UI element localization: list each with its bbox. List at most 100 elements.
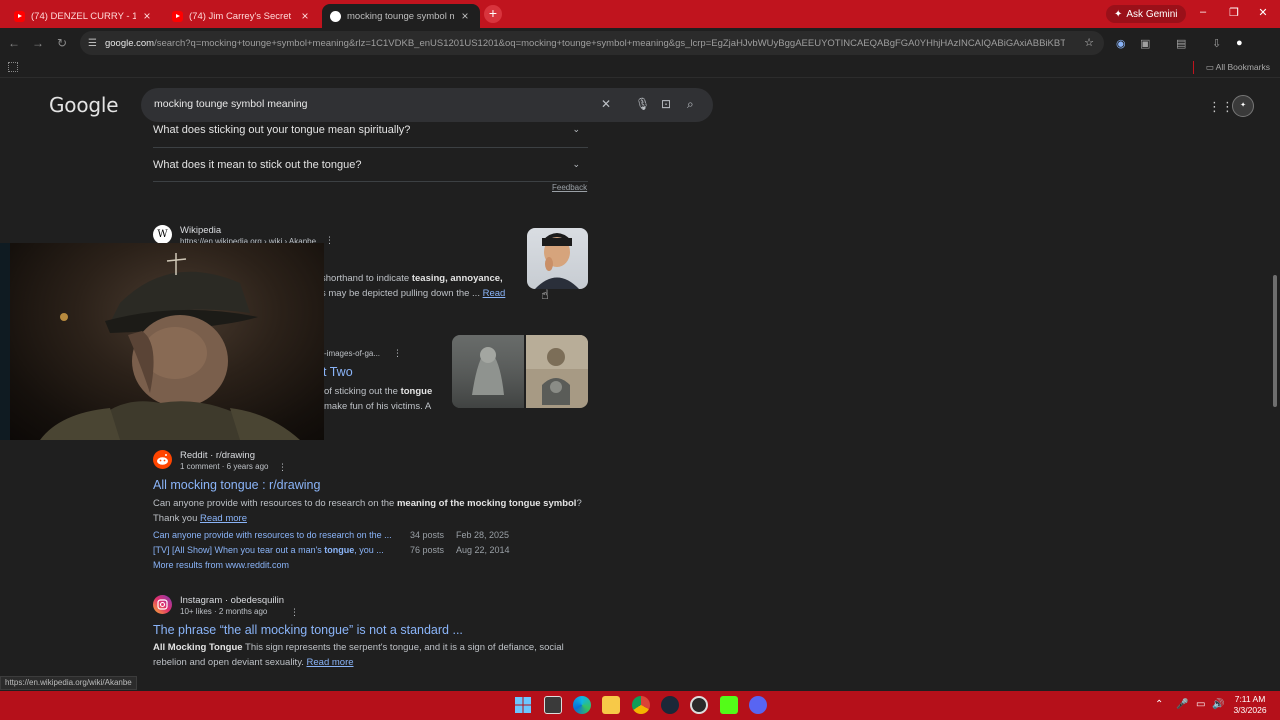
edge-icon[interactable] bbox=[573, 696, 591, 714]
more-results-link[interactable]: More results from www.reddit.com bbox=[153, 560, 289, 570]
search-query[interactable]: mocking tounge symbol meaning bbox=[154, 98, 308, 110]
paa-question-2[interactable]: What does it mean to stick out the tongu… bbox=[153, 159, 588, 171]
chevron-down-icon: ⌄ bbox=[572, 159, 580, 169]
address-bar[interactable]: ☰ google.com/search?q=mocking+tounge+sym… bbox=[80, 31, 1104, 55]
tab-denzel-curry[interactable]: (74) DENZEL CURRY - 13LOOO × bbox=[6, 4, 162, 28]
result-url[interactable]: -images-of-ga... bbox=[324, 349, 380, 358]
paa-question-1[interactable]: What does sticking out your tongue mean … bbox=[153, 124, 588, 136]
apps-icon[interactable] bbox=[8, 62, 18, 72]
result-meta: 10+ likes · 2 months ago bbox=[180, 607, 268, 616]
network-icon[interactable]: ▭ bbox=[1196, 699, 1205, 710]
sub-result-text: [TV] [All Show] When you tear out a man'… bbox=[153, 545, 325, 555]
tab-title: (74) DENZEL CURRY - 13LOOO bbox=[31, 10, 136, 22]
folder-icon: ▭ bbox=[1205, 62, 1214, 72]
restore-button[interactable]: ❐ bbox=[1224, 6, 1244, 19]
microphone-icon[interactable]: 🎤 bbox=[1176, 699, 1188, 710]
clear-icon[interactable]: ✕ bbox=[601, 97, 611, 111]
read-more-link[interactable]: Read more bbox=[307, 657, 354, 668]
result-title[interactable]: All mocking tongue : r/drawing bbox=[153, 478, 320, 492]
all-bookmarks-button[interactable]: ▭ All Bookmarks bbox=[1206, 62, 1270, 73]
extension-icon[interactable]: ◉ bbox=[1116, 37, 1126, 50]
url-host: google.com bbox=[104, 37, 155, 49]
sidebar-icon[interactable]: ▤ bbox=[1176, 37, 1186, 50]
close-window-button[interactable]: ✕ bbox=[1253, 6, 1273, 19]
snippet-text: s may be depicted pulling down the ... bbox=[321, 288, 483, 299]
task-view-icon[interactable] bbox=[544, 696, 562, 714]
feedback-link[interactable]: Feedback bbox=[552, 183, 587, 192]
file-explorer-icon[interactable] bbox=[602, 696, 620, 714]
search-icon[interactable]: ⌕ bbox=[687, 97, 694, 112]
close-icon[interactable]: × bbox=[140, 9, 154, 23]
close-icon[interactable]: × bbox=[458, 9, 472, 23]
google-apps-icon[interactable]: ⋮⋮ bbox=[1208, 99, 1234, 115]
result-image-pair[interactable] bbox=[452, 335, 588, 408]
puzzle-icon[interactable]: ▣ bbox=[1140, 37, 1150, 50]
site-info-icon[interactable]: ☰ bbox=[88, 38, 97, 49]
chrome-icon[interactable] bbox=[632, 696, 650, 714]
obs-icon[interactable] bbox=[690, 696, 708, 714]
microphone-icon[interactable]: 🎙 bbox=[635, 97, 650, 111]
google-logo[interactable]: Google bbox=[49, 93, 119, 117]
forward-button[interactable]: → bbox=[30, 36, 46, 50]
clock[interactable]: 7:11 AM 3/3/2026 bbox=[1228, 694, 1272, 716]
sub-result-link[interactable]: Can anyone provide with resources to do … bbox=[153, 530, 392, 540]
result-source[interactable]: Instagram · obedesquilin bbox=[180, 595, 284, 606]
google-results-page: Google mocking tounge symbol meaning ✕ 🎙… bbox=[0, 79, 1280, 691]
more-options-icon[interactable]: ⋮ bbox=[393, 348, 402, 359]
ask-gemini-button[interactable]: ✦ Ask Gemini bbox=[1106, 5, 1186, 23]
minimize-button[interactable]: – bbox=[1193, 6, 1213, 18]
discord-icon[interactable] bbox=[749, 696, 767, 714]
scrollbar-thumb[interactable] bbox=[1273, 275, 1277, 407]
sub-result-link[interactable]: [TV] [All Show] When you tear out a man'… bbox=[153, 545, 384, 555]
close-icon[interactable]: × bbox=[298, 9, 312, 23]
lens-icon[interactable]: ⊡ bbox=[661, 97, 671, 111]
volume-icon[interactable]: 🔊 bbox=[1212, 699, 1224, 710]
url-path: /search?q=mocking+tounge+symbol+meaning&… bbox=[154, 37, 1065, 49]
tab-jim-carrey[interactable]: (74) Jim Carrey's Secret Hand S × bbox=[164, 4, 320, 28]
chevron-down-icon: ⌄ bbox=[572, 124, 580, 134]
chevron-up-icon[interactable]: ⌃ bbox=[1155, 699, 1163, 710]
youtube-icon bbox=[172, 10, 183, 22]
snippet-text: of sticking out the bbox=[324, 386, 401, 397]
wikipedia-icon: W bbox=[153, 225, 172, 244]
result-source[interactable]: Reddit · r/drawing bbox=[180, 450, 255, 461]
webcam-feed bbox=[0, 243, 300, 440]
profile-icon[interactable]: ● bbox=[1236, 37, 1243, 49]
sub-result-bold: tongue bbox=[324, 545, 355, 555]
sub-result-date: Aug 22, 2014 bbox=[456, 545, 510, 555]
tab-title: (74) Jim Carrey's Secret Hand S bbox=[189, 10, 294, 22]
browser-toolbar: ← → ↻ ☰ google.com/search?q=mocking+toun… bbox=[0, 28, 1280, 58]
snippet-bold: teasing, annoyance, bbox=[411, 273, 503, 284]
tab-google-search[interactable]: mocking tounge symbol meani × bbox=[322, 4, 480, 28]
steam-icon[interactable] bbox=[661, 696, 679, 714]
page-scrollbar[interactable] bbox=[1270, 79, 1280, 691]
new-tab-button[interactable]: + bbox=[484, 5, 502, 23]
more-options-icon[interactable]: ⋮ bbox=[290, 607, 299, 618]
snippet-bold: meaning of the mocking tongue symbol bbox=[396, 498, 577, 509]
more-options-icon[interactable]: ⋮ bbox=[325, 235, 334, 246]
back-button[interactable]: ← bbox=[6, 36, 22, 50]
bookmark-star-icon[interactable]: ☆ bbox=[1084, 36, 1094, 49]
sub-result-date: Feb 28, 2025 bbox=[456, 530, 510, 540]
result-source[interactable]: Wikipedia bbox=[180, 225, 221, 236]
read-more-link[interactable]: Read more bbox=[200, 513, 247, 524]
read-more-link[interactable]: Read bbox=[483, 288, 506, 299]
taskbar: ⌃ 🎤 ▭ 🔊 7:11 AM 3/3/2026 bbox=[0, 691, 1280, 720]
snippet-text: ? bbox=[576, 498, 582, 509]
kick-icon[interactable] bbox=[720, 696, 738, 714]
result-title[interactable]: The phrase “the all mocking tongue” is n… bbox=[153, 623, 463, 637]
windows-start-icon[interactable] bbox=[514, 696, 532, 714]
snippet-text: rebelion and open deviant sexuality. bbox=[153, 657, 307, 668]
paa-question-text: What does it mean to stick out the tongu… bbox=[153, 159, 362, 171]
youtube-icon bbox=[14, 10, 25, 22]
result-instagram: Instagram · obedesquilin 10+ likes · 2 m… bbox=[153, 595, 593, 685]
result-title[interactable]: t Two bbox=[323, 365, 353, 379]
result-thumbnail[interactable] bbox=[527, 228, 588, 289]
snippet-bold: All Mocking Tongue bbox=[153, 642, 243, 653]
downloads-icon[interactable]: ⇩ bbox=[1212, 37, 1221, 50]
reload-button[interactable]: ↻ bbox=[54, 36, 70, 50]
search-box[interactable]: mocking tounge symbol meaning ✕ 🎙 ⊡ ⌕ bbox=[141, 88, 713, 122]
more-options-icon[interactable]: ⋮ bbox=[278, 462, 287, 473]
avatar[interactable]: ✦ bbox=[1232, 95, 1254, 117]
address-url: google.com/search?q=mocking+tounge+symbo… bbox=[105, 38, 1065, 49]
